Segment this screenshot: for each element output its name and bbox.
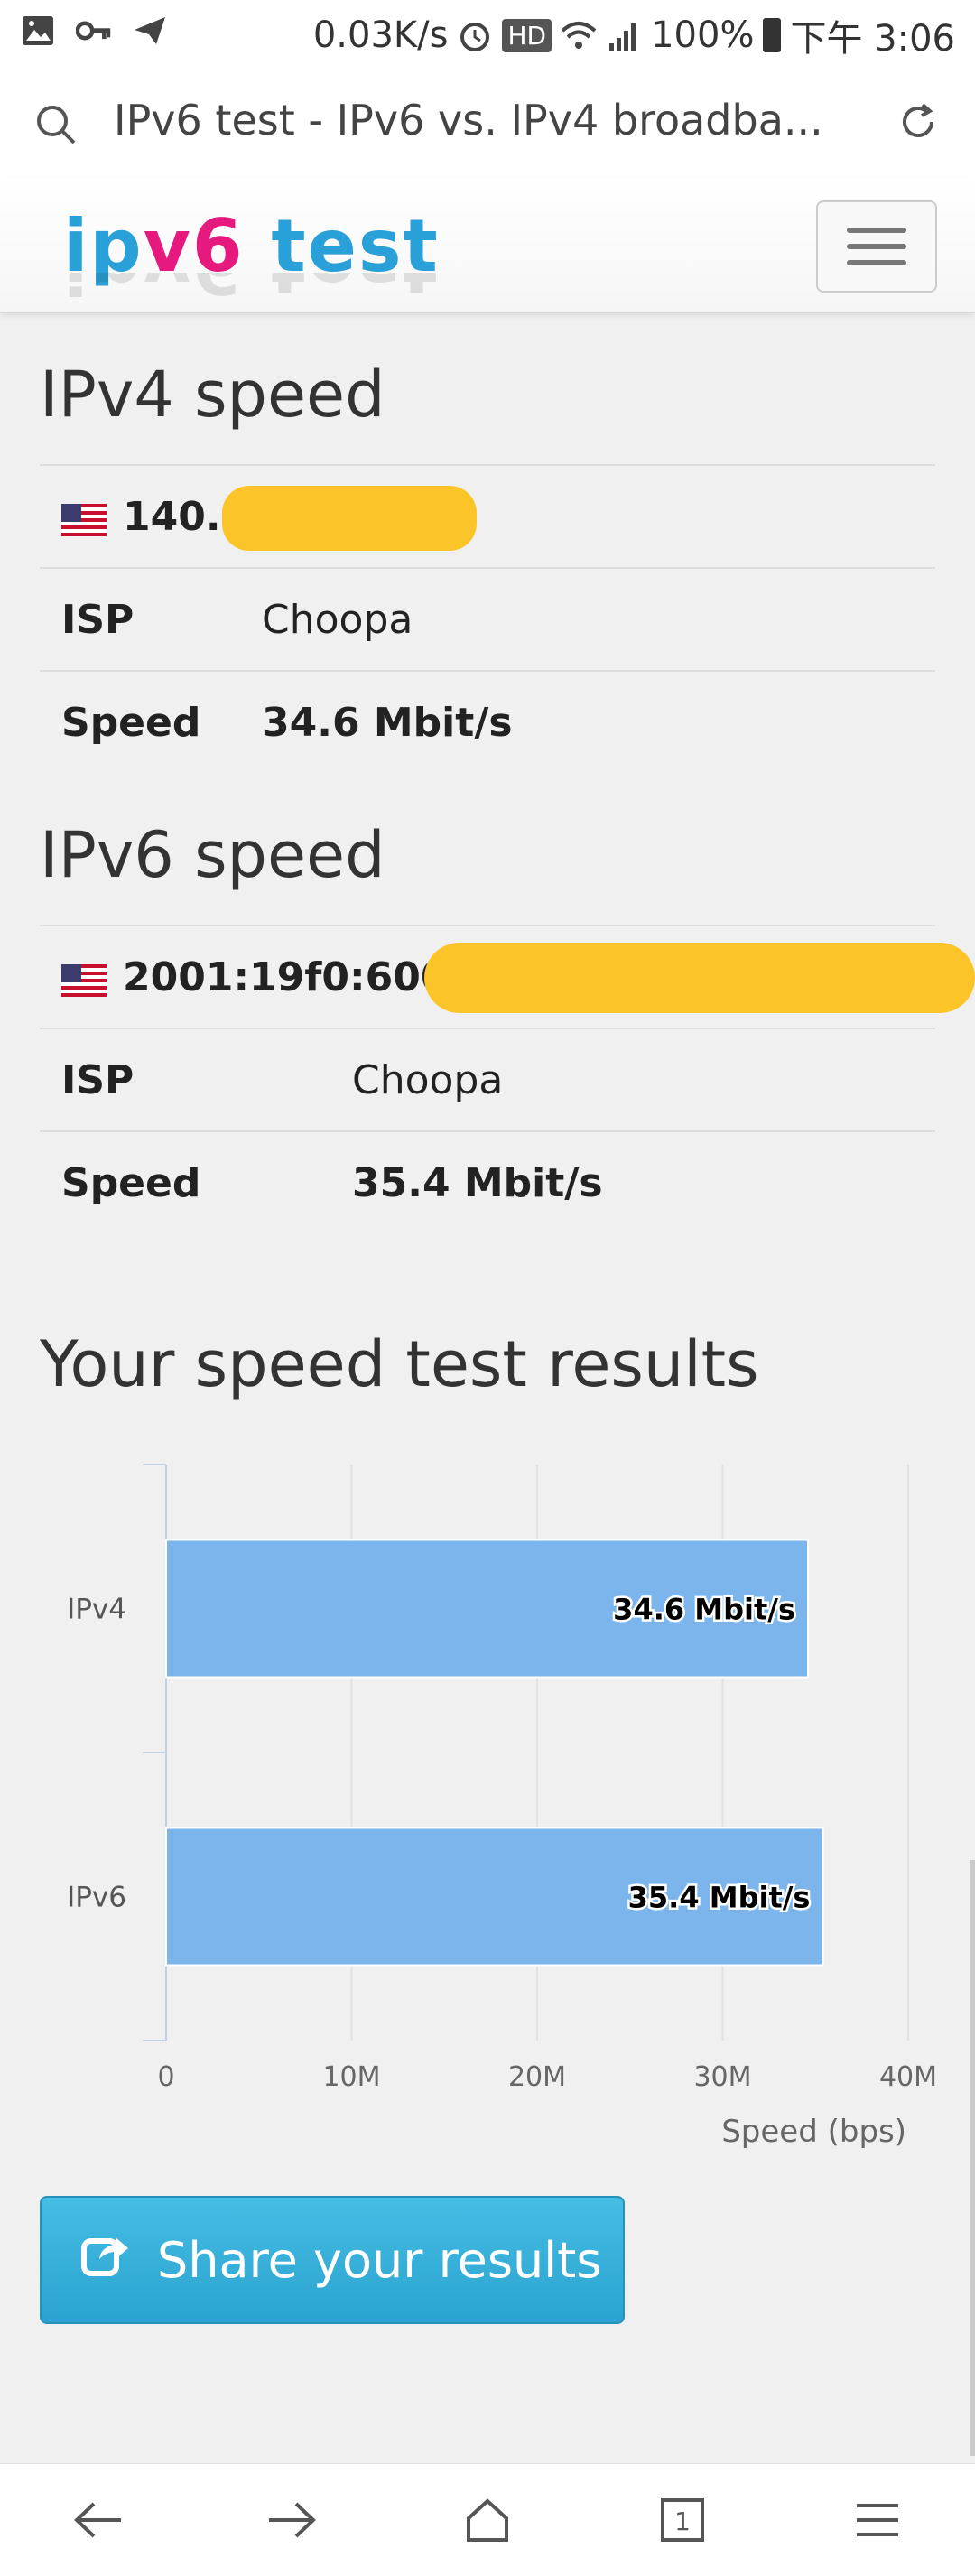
tabs-icon[interactable]: 1 [646,2484,719,2556]
isp-value: Choopa [262,596,413,643]
data-label: 34.6 Mbit/s [613,1593,795,1627]
scrollbar-thumb[interactable] [970,1860,975,2456]
x-tick-label: 30M [693,2061,751,2093]
speed-label: Speed [61,699,201,746]
redaction-mark [424,943,975,1013]
speed-value: 35.4 Mbit/s [352,1159,603,1206]
redaction-mark [222,486,477,551]
page-title-url[interactable]: IPv6 test - IPv6 vs. IPv4 broadba... [114,96,854,144]
share-label: Share your results [157,2231,602,2289]
ipv4-address: 140. [123,493,221,540]
wifi-icon [561,17,597,53]
battery-icon [763,18,782,52]
address-bar[interactable]: IPv6 test - IPv6 vs. IPv4 broadba... [0,69,975,178]
image-notification-icon [20,13,56,49]
network-speed: 0.03K/s [312,14,449,56]
status-bar: 0.03K/s HD 100% 下午 3:06 [0,0,975,69]
ipv4-table: 140. ISP Choopa Speed 34.6 Mbit/s [40,464,935,773]
status-right: 0.03K/s HD 100% 下午 3:06 [313,9,955,61]
ipv6-speed-row: Speed 35.4 Mbit/s [40,1130,935,1233]
menu-line [847,244,906,249]
key-icon [76,13,112,49]
category-label: IPv4 [67,1594,126,1626]
tab-count: 1 [674,2506,691,2536]
ipv4-heading: IPv4 speed [40,358,385,432]
x-tick-label: 20M [508,2061,566,2093]
ipv4-isp-row: ISP Choopa [40,567,935,670]
home-icon[interactable] [451,2484,524,2556]
x-tick-label: 0 [157,2061,174,2093]
menu-line [847,260,906,265]
us-flag-icon [61,500,107,536]
send-icon [132,13,168,49]
share-icon [81,2232,130,2289]
battery-percent: 100% [651,14,755,56]
forward-icon[interactable] [256,2484,329,2556]
us-flag-icon [61,961,107,997]
menu-line [847,228,906,233]
hamburger-menu-button[interactable] [816,200,937,293]
data-label: 35.4 Mbit/s [628,1881,811,1915]
clock: 下午 3:06 [790,18,955,60]
reload-icon[interactable] [896,99,941,148]
search-icon[interactable] [34,103,78,150]
back-icon[interactable] [61,2484,134,2556]
site-logo-reflection: ipv6 test [63,273,440,309]
isp-label: ISP [61,1056,135,1103]
ipv4-speed-row: Speed 34.6 Mbit/s [40,670,935,773]
speed-label: Speed [61,1159,201,1206]
isp-label: ISP [61,596,135,643]
ipv6-heading: IPv6 speed [40,818,385,892]
x-axis-title: Speed (bps) [721,2114,906,2150]
alarm-icon [457,17,493,53]
cellular-signal-icon [606,17,642,53]
site-header: ipv6 test ipv6 test [0,177,975,313]
speed-chart: 0 10M 20M 30M 40M IPv4 34.6 Mbit/s IPv6 35.4 Mbi… [0,1445,975,2167]
ipv6-isp-row: ISP Choopa [40,1028,935,1130]
hd-badge: HD [502,18,552,52]
status-left-icons [20,13,168,49]
speed-value: 34.6 Mbit/s [262,699,513,746]
x-tick-label: 40M [879,2061,937,2093]
isp-value: Choopa [352,1056,504,1103]
speed-chart-svg: 0 10M 20M 30M 40M IPv4 34.6 Mbit/s IPv6 35.4 Mbi… [67,1464,937,2150]
ipv4-address-row: 140. [40,464,935,567]
browser-bottom-nav: 1 [0,2463,975,2576]
results-heading: Your speed test results [40,1327,759,1401]
share-results-button[interactable]: Share your results [40,2196,625,2324]
x-tick-label: 10M [322,2061,380,2093]
menu-icon[interactable] [841,2484,914,2556]
category-label: IPv6 [67,1882,126,1914]
